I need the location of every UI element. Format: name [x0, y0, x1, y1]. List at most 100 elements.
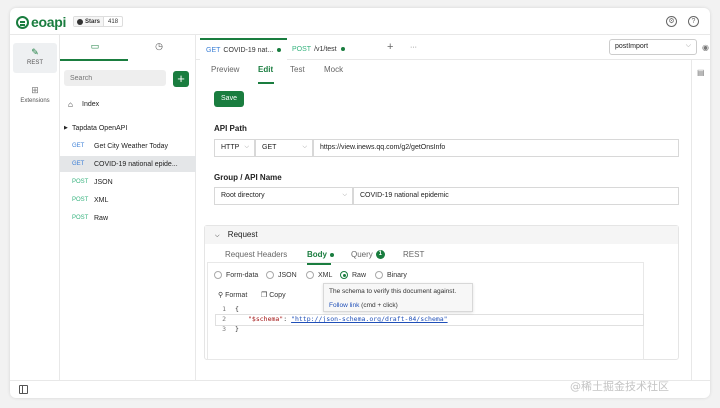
tab-rest[interactable]: REST [403, 250, 424, 259]
tab-label: Request Headers [225, 250, 288, 259]
chevron-down-icon: ⌵ [342, 192, 347, 198]
tree-item[interactable]: GET COVID-19 national epide... [60, 156, 196, 172]
group-select[interactable]: Root directory ⌵ [214, 187, 353, 205]
radio-circle [214, 271, 222, 279]
url-input[interactable]: https://view.inews.qq.com/g2/getOnsInfo [313, 139, 679, 157]
follow-link[interactable]: Follow link [329, 302, 359, 309]
group-api-title: Group / API Name [214, 173, 282, 182]
api-path-title: API Path [214, 124, 247, 133]
tree-group[interactable]: ▶ Tapdata OpenAPI [60, 120, 196, 136]
api-name-input[interactable]: COVID-19 national epidemic [353, 187, 679, 205]
github-icon [77, 18, 83, 25]
group-value: Root directory [221, 192, 265, 199]
file-tab-bar: GET COVID-19 nat... POST /v1/test + ··· … [196, 35, 710, 60]
top-bar: eoapi Stars 418 ⚙ ? [10, 8, 710, 35]
gear-icon[interactable]: ⚙ [666, 16, 677, 27]
logo-icon [16, 15, 29, 29]
radio-form-data[interactable]: Form-data [214, 271, 258, 279]
tree-item-label: XML [94, 196, 109, 204]
tree-item[interactable]: POST XML [60, 192, 196, 208]
rail-item-extensions[interactable]: ⊞ Extensions [13, 81, 57, 111]
copy-button[interactable]: ❐ Copy [261, 291, 286, 299]
watermark: @稀土掘金技术社区 [570, 380, 669, 393]
file-tab[interactable]: POST /v1/test [286, 38, 351, 60]
stars-label: Stars [85, 18, 101, 25]
radio-label: Form-data [226, 271, 259, 279]
json-colon: : [283, 315, 292, 323]
tab-label: Body [307, 250, 327, 259]
sidebar-toggle-icon[interactable] [19, 385, 28, 394]
radio-xml[interactable]: XML [306, 271, 332, 279]
tab-mock[interactable]: Mock [324, 65, 343, 74]
tree-item[interactable]: POST Raw [60, 210, 196, 226]
file-tab[interactable]: GET COVID-19 nat... [200, 38, 288, 60]
radio-circle [266, 271, 274, 279]
radio-raw[interactable]: Raw [340, 271, 366, 279]
radio-json[interactable]: JSON [266, 271, 297, 279]
method-value: GET [262, 144, 277, 151]
extensions-icon: ⊞ [31, 85, 39, 95]
tab-test[interactable]: Test [290, 65, 305, 74]
tab-edit[interactable]: Edit [258, 65, 273, 74]
format-icon: ⚲ [218, 292, 224, 299]
method-badge: POST [72, 215, 89, 221]
request-header[interactable]: ⌵ Request [205, 226, 678, 244]
environment-select[interactable]: postImport ⌵ [609, 39, 697, 55]
tree-item-label: Index [82, 100, 100, 108]
folder-icon[interactable]: ▭ [88, 41, 102, 53]
chevron-down-icon: ⌵ [244, 144, 249, 150]
search-input[interactable] [64, 70, 166, 86]
caret-right-icon: ▶ [64, 125, 68, 131]
line-number: 3 [222, 325, 226, 333]
github-stars-button[interactable]: Stars 418 [73, 16, 124, 27]
schema-tooltip: The schema to verify this document again… [323, 283, 473, 312]
protocol-value: HTTP [221, 144, 240, 151]
format-button[interactable]: ⚲ Format [218, 291, 247, 299]
help-icon[interactable]: ? [688, 16, 699, 27]
tree-tab-indicator [60, 59, 128, 61]
radio-label: JSON [278, 271, 297, 279]
tab-label: Query [351, 250, 373, 259]
panel-icon[interactable]: ▤ [697, 68, 705, 77]
history-icon[interactable]: ◷ [152, 41, 166, 53]
rail-item-label: REST [26, 60, 43, 66]
method-select[interactable]: GET ⌵ [255, 139, 313, 157]
protocol-select[interactable]: HTTP ⌵ [214, 139, 255, 157]
tree-group-label: Tapdata OpenAPI [72, 124, 128, 132]
request-title: Request [227, 230, 258, 239]
radio-label: Binary [387, 271, 407, 279]
more-tabs-button[interactable]: ··· [410, 42, 417, 53]
tab-body[interactable]: Body [307, 250, 334, 259]
main-panel: GET COVID-19 nat... POST /v1/test + ··· … [196, 35, 710, 380]
tab-label: REST [403, 250, 425, 259]
save-button[interactable]: Save [214, 91, 244, 107]
tree-item-index[interactable]: ⌂ Index [60, 96, 196, 112]
right-rail: ▤ [691, 60, 710, 380]
unsaved-dot [277, 48, 282, 52]
radio-circle [306, 271, 314, 279]
code-text: { [235, 305, 239, 313]
tab-request-headers[interactable]: Request Headers [225, 250, 287, 259]
tree-item[interactable]: POST JSON [60, 174, 196, 190]
radio-label: Raw [352, 271, 367, 279]
environment-select-value: postImport [615, 43, 649, 50]
subtab-indicator [258, 82, 274, 84]
copy-icon: ❐ [261, 292, 268, 299]
json-value-link[interactable]: "http://json-schema.org/draft-04/schema" [291, 315, 448, 323]
stars-count: 418 [103, 17, 122, 26]
tab-query[interactable]: Query 1 [351, 250, 385, 259]
rail-item-rest[interactable]: ✎ REST [13, 43, 57, 73]
tab-preview[interactable]: Preview [211, 65, 239, 74]
eye-icon[interactable]: ◉ [702, 43, 709, 52]
chevron-down-icon: ⌵ [685, 42, 691, 49]
radio-binary[interactable]: Binary [375, 271, 407, 279]
add-api-button[interactable]: + [173, 71, 189, 87]
tree-item[interactable]: GET Get City Weather Today [60, 138, 196, 154]
add-tab-button[interactable]: + [387, 42, 393, 53]
method-badge: POST [72, 197, 89, 203]
active-dot [330, 252, 334, 257]
tree-item-label: COVID-19 national epide... [94, 160, 178, 168]
home-icon: ⌂ [68, 99, 73, 109]
json-key: "$schema" [248, 315, 284, 323]
logo: eoapi [16, 14, 66, 30]
